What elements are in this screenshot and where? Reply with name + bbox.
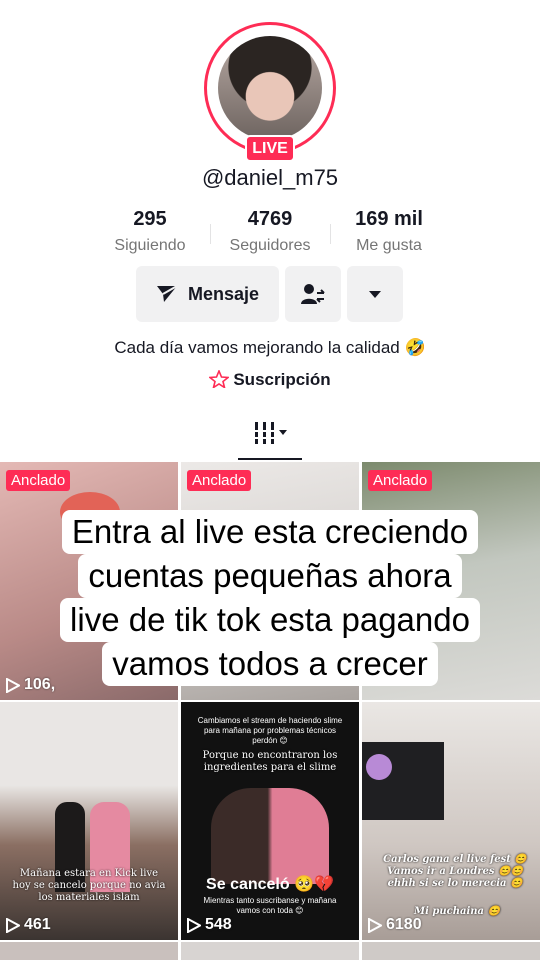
- video-thumbnail-people: [211, 788, 329, 884]
- view-count: 548: [187, 916, 232, 934]
- profile-bio: Cada día vamos mejorando la calidad 🤣: [114, 338, 426, 357]
- stat-following[interactable]: 295 Siguiendo: [95, 208, 205, 255]
- pinned-badge: Anclado: [6, 470, 71, 491]
- play-icon: [187, 917, 201, 933]
- overlay-line: cuentas pequeñas ahora: [78, 554, 462, 598]
- followers-label: Seguidores: [229, 237, 311, 254]
- tab-indicator: [238, 458, 302, 460]
- add-friend-icon: [301, 284, 325, 304]
- subscription-label: Suscripción: [233, 370, 331, 389]
- message-label: Mensaje: [187, 283, 260, 304]
- live-badge[interactable]: LIVE: [245, 135, 295, 162]
- video-title: Se canceló 🥺💔: [206, 876, 334, 893]
- subscription-link[interactable]: Suscripción: [0, 368, 540, 390]
- chevron-down-icon: [369, 291, 381, 298]
- following-label: Siguiendo: [114, 237, 186, 254]
- send-icon: [156, 285, 178, 302]
- pinned-badge: Anclado: [187, 470, 252, 491]
- divider: [210, 224, 211, 244]
- balloon: [366, 754, 392, 780]
- video-tile[interactable]: Mañana estara en Kick live hoy se cancel…: [0, 702, 178, 940]
- video-tile[interactable]: [181, 942, 359, 960]
- grid-icon: [253, 422, 287, 444]
- following-count: 295: [133, 208, 167, 230]
- view-count: 461: [6, 916, 51, 934]
- avatar: [218, 36, 322, 140]
- overlay-line: live de tik tok esta pagando: [60, 598, 480, 642]
- overlay-line: Entra al live esta creciendo: [61, 510, 479, 554]
- video-caption: Carlos gana el live fest 😊 Vamos ir a Lo…: [383, 854, 527, 889]
- more-button[interactable]: [347, 266, 403, 322]
- star-icon: [208, 368, 231, 390]
- view-count: 6180: [368, 916, 422, 934]
- stat-followers[interactable]: 4769 Seguidores: [215, 208, 325, 255]
- username: @daniel_m75: [201, 165, 339, 190]
- message-button[interactable]: Mensaje: [136, 266, 279, 322]
- profile-actions: Mensaje: [0, 266, 540, 322]
- video-tile[interactable]: Carlos gana el live fest 😊 Vamos ir a Lo…: [362, 702, 540, 940]
- play-icon: [6, 917, 20, 933]
- video-caption: Mientras tanto suscribanse y mañana vamo…: [203, 896, 337, 915]
- stat-likes[interactable]: 169 mil Me gusta: [334, 208, 444, 255]
- video-tile[interactable]: Cambiamos el stream de haciendo slime pa…: [181, 702, 359, 940]
- divider: [330, 224, 331, 244]
- play-icon: [368, 917, 382, 933]
- likes-label: Me gusta: [356, 237, 422, 254]
- video-caption: Cambiamos el stream de haciendo slime pa…: [197, 716, 343, 745]
- overlay-text: Entra al live esta creciendo cuentas peq…: [0, 510, 540, 686]
- likes-count: 169 mil: [355, 208, 423, 230]
- overlay-line: vamos todos a crecer: [102, 642, 438, 686]
- video-tile[interactable]: [0, 942, 178, 960]
- tab-videos[interactable]: [238, 420, 302, 460]
- add-friend-button[interactable]: [285, 266, 341, 322]
- followers-count: 4769: [247, 208, 293, 230]
- video-caption: Mañana estara en Kick live hoy se cancel…: [12, 868, 166, 903]
- video-tile[interactable]: [362, 942, 540, 960]
- pinned-badge: Anclado: [368, 470, 433, 491]
- video-caption: Porque no encontraron los ingredientes p…: [202, 750, 338, 773]
- profile-stats: 295 Siguiendo 4769 Seguidores 169 mil Me…: [0, 208, 540, 260]
